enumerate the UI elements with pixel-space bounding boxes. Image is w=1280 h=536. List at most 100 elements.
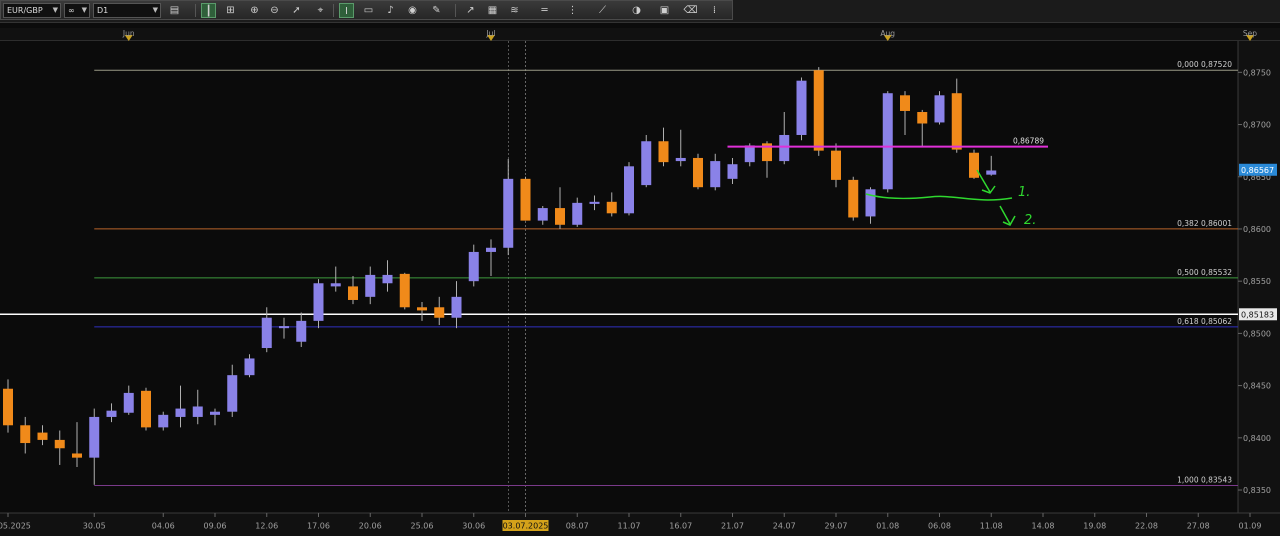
candle-bullish[interactable] [192, 406, 203, 417]
candle-bullish[interactable] [675, 157, 686, 162]
x-tick-label: 24.07 [773, 522, 796, 531]
candle-bearish[interactable] [72, 453, 82, 458]
candle-bullish[interactable] [727, 164, 738, 179]
candle-bullish[interactable] [865, 189, 876, 217]
candle-bearish[interactable] [417, 307, 427, 311]
price-chart[interactable]: Jun Jul Aug Sep 0,8350 0,8400 0,8450 0,8500 0,85… [0, 0, 1280, 536]
candle-bullish[interactable] [986, 170, 997, 175]
candle-bullish[interactable] [882, 93, 893, 190]
current-price-label: 0,86567 [1241, 166, 1274, 175]
x-tick-label: 22.08 [1135, 522, 1158, 531]
candle-bullish[interactable] [89, 416, 100, 458]
candle-bullish[interactable] [503, 178, 514, 248]
candle-bearish[interactable] [3, 388, 13, 426]
x-tick-label: 09.06 [204, 522, 227, 531]
candle-bullish[interactable] [641, 141, 652, 186]
candle-bullish[interactable] [934, 95, 945, 123]
y-tick-label: 0,8500 [1243, 329, 1271, 338]
x-tick-label: 08.07 [566, 522, 589, 531]
x-tick-label: 30.05 [83, 522, 106, 531]
candle-bullish[interactable] [451, 296, 462, 318]
candle-bearish[interactable] [658, 141, 669, 163]
x-tick-label: 30.06 [462, 522, 485, 531]
candle-bullish[interactable] [624, 166, 634, 214]
candle-bullish[interactable] [279, 326, 289, 329]
x-tick-label: 11.07 [618, 522, 641, 531]
candle-bearish[interactable] [520, 178, 531, 221]
x-tick-label: 04.06 [152, 522, 175, 531]
month-label: Jun [122, 29, 135, 38]
candle-bullish[interactable] [210, 411, 220, 415]
candle-bullish[interactable] [227, 375, 238, 412]
candle-bullish[interactable] [244, 358, 255, 376]
fib-level-label: 0,618 0,85062 [1177, 317, 1232, 326]
candle-bullish[interactable] [296, 320, 307, 342]
x-tick-label: 20.06 [359, 522, 382, 531]
candle-bearish[interactable] [348, 286, 358, 300]
candle-bullish[interactable] [106, 410, 117, 417]
x-tick-label: 11.08 [980, 522, 1003, 531]
y-tick-label: 0,8400 [1243, 434, 1271, 443]
candle-bearish[interactable] [848, 179, 859, 218]
candle-bullish[interactable] [744, 145, 755, 163]
candle-bearish[interactable] [951, 93, 962, 150]
candle-bearish[interactable] [141, 390, 151, 428]
candle-bearish[interactable] [20, 425, 31, 444]
candle-bullish[interactable] [710, 161, 721, 188]
candle-bullish[interactable] [537, 208, 548, 221]
y-tick-label: 0,8700 [1243, 121, 1271, 130]
candle-bullish[interactable] [330, 283, 341, 287]
horizontal-level-label: 0,86789 [1013, 137, 1044, 146]
candle-bearish[interactable] [434, 307, 445, 318]
x-tick-label: 03.07.2025 [503, 522, 549, 531]
candle-bearish[interactable] [969, 152, 979, 178]
x-tick-label: 25.06 [411, 522, 434, 531]
fib-level-label: 0,500 0,85532 [1177, 268, 1232, 277]
candle-bearish[interactable] [37, 432, 48, 440]
month-label: Sep [1243, 29, 1257, 38]
candle-bearish[interactable] [54, 439, 65, 449]
x-tick-label: 17.06 [307, 522, 330, 531]
x-tick-label: 01.09 [1239, 522, 1262, 531]
annotation-label: 2. [1024, 213, 1036, 228]
fib-level-label: 1,000 0,83543 [1177, 476, 1232, 485]
candle-bearish[interactable] [606, 201, 617, 214]
x-tick-label: 22.05.2025 [0, 522, 31, 531]
x-tick-label: 19.08 [1083, 522, 1106, 531]
y-tick-label: 0,8600 [1243, 225, 1271, 234]
x-tick-label: 16.07 [669, 522, 692, 531]
candle-bearish[interactable] [555, 208, 565, 225]
candle-bullish[interactable] [313, 283, 324, 321]
y-tick-label: 0,8450 [1243, 382, 1271, 391]
candle-bullish[interactable] [486, 247, 496, 252]
candle-bullish[interactable] [382, 274, 393, 284]
candle-bearish[interactable] [813, 70, 824, 151]
x-tick-label: 01.08 [876, 522, 899, 531]
candle-bullish[interactable] [123, 392, 134, 413]
candle-bullish[interactable] [572, 202, 583, 225]
bid-price-label: 0,85183 [1241, 310, 1274, 319]
candle-bullish[interactable] [175, 408, 186, 417]
candle-bullish[interactable] [468, 251, 479, 282]
candle-bearish[interactable] [693, 157, 703, 188]
candle-bearish[interactable] [917, 112, 928, 124]
y-tick-label: 0,8350 [1243, 486, 1271, 495]
x-tick-label: 29.07 [825, 522, 848, 531]
candle-bullish[interactable] [158, 414, 169, 428]
candle-bullish[interactable] [261, 317, 272, 349]
month-label: Jul [485, 29, 495, 38]
candle-bullish[interactable] [365, 274, 376, 297]
candle-bullish[interactable] [779, 134, 790, 162]
fib-level-label: 0,000 0,87520 [1177, 60, 1232, 69]
candle-bullish[interactable] [796, 80, 807, 135]
candle-bearish[interactable] [831, 150, 841, 180]
fib-level-label: 0,382 0,86001 [1177, 219, 1232, 228]
annotation-label: 1. [1018, 185, 1030, 200]
candle-bearish[interactable] [900, 95, 910, 111]
plot-area[interactable] [0, 41, 1238, 513]
candle-bullish[interactable] [589, 201, 600, 204]
x-tick-label: 06.08 [928, 522, 951, 531]
candle-bearish[interactable] [399, 273, 410, 308]
x-tick-label: 27.08 [1187, 522, 1210, 531]
month-label: Aug [880, 29, 895, 38]
